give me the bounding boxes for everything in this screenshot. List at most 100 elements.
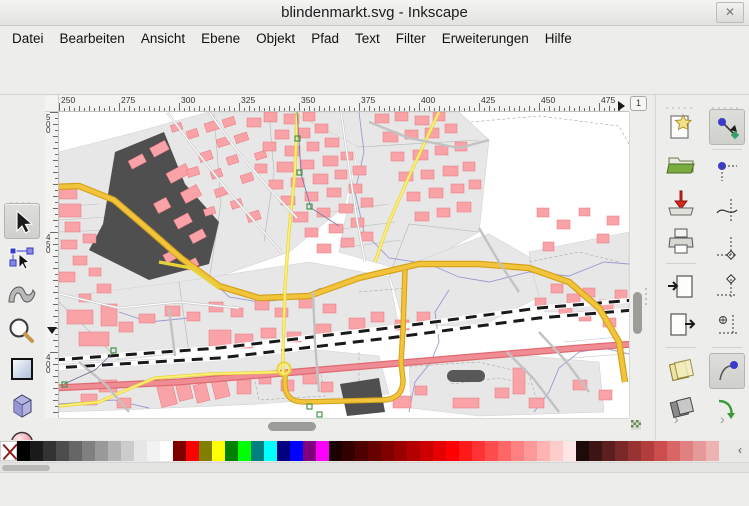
palette-swatch[interactable] — [95, 441, 108, 461]
palette-swatch[interactable] — [238, 441, 251, 461]
print-document-icon[interactable] — [663, 223, 699, 259]
horizontal-scrollbar-thumb[interactable] — [268, 422, 316, 431]
palette-swatch[interactable] — [602, 441, 615, 461]
export-icon[interactable] — [663, 307, 699, 343]
palette-swatch[interactable] — [667, 441, 680, 461]
palette-swatch-list[interactable] — [17, 441, 719, 461]
palette-scrollbar[interactable] — [0, 462, 749, 472]
palette-swatch[interactable] — [251, 441, 264, 461]
palette-swatch[interactable] — [446, 441, 459, 461]
canvas-vertical-scrollbar[interactable] — [629, 112, 643, 418]
palette-swatch[interactable] — [563, 441, 576, 461]
palette-swatch[interactable] — [693, 441, 706, 461]
palette-swatch[interactable] — [329, 441, 342, 461]
palette-swatch[interactable] — [511, 441, 524, 461]
palette-swatch[interactable] — [394, 441, 407, 461]
palette-swatch[interactable] — [186, 441, 199, 461]
open-document-icon[interactable] — [663, 147, 699, 183]
palette-swatch[interactable] — [212, 441, 225, 461]
palette-swatch[interactable] — [550, 441, 563, 461]
palette-swatch[interactable] — [706, 441, 719, 461]
palette-swatch[interactable] — [589, 441, 602, 461]
snap-bbox-edge-icon[interactable] — [709, 269, 745, 305]
palette-swatch[interactable] — [615, 441, 628, 461]
palette-swatch[interactable] — [576, 441, 589, 461]
palette-swatch[interactable] — [17, 441, 30, 461]
selector-tool[interactable] — [4, 203, 40, 239]
palette-swatch[interactable] — [537, 441, 550, 461]
no-color-swatch[interactable] — [0, 441, 17, 461]
palette-swatch[interactable] — [264, 441, 277, 461]
canvas-horizontal-scrollbar[interactable] — [59, 418, 629, 432]
palette-swatch[interactable] — [303, 441, 316, 461]
palette-swatch[interactable] — [121, 441, 134, 461]
palette-swatch[interactable] — [680, 441, 693, 461]
vertical-scrollbar-thumb[interactable] — [633, 292, 642, 334]
snap-enable-icon[interactable] — [709, 109, 745, 145]
toolbox-grip[interactable] — [10, 193, 36, 218]
menu-item-pfad[interactable]: Pfad — [303, 26, 347, 51]
dock-right-more-arrow-icon[interactable]: › — [720, 411, 725, 427]
palette-swatch[interactable] — [459, 441, 472, 461]
box3d-tool[interactable] — [4, 388, 40, 424]
save-document-icon[interactable] — [663, 185, 699, 221]
palette-swatch[interactable] — [433, 441, 446, 461]
import-icon[interactable] — [663, 269, 699, 305]
palette-swatch[interactable] — [654, 441, 667, 461]
palette-swatch[interactable] — [498, 441, 511, 461]
vertical-ruler[interactable]: 500 450 400 — [45, 112, 59, 418]
menu-item-hilfe[interactable]: Hilfe — [537, 26, 580, 51]
zoom-tool[interactable] — [4, 314, 40, 350]
palette-swatch[interactable] — [69, 441, 82, 461]
palette-swatch[interactable] — [134, 441, 147, 461]
menu-item-ebene[interactable]: Ebene — [193, 26, 248, 51]
palette-swatch[interactable] — [420, 441, 433, 461]
node-tool[interactable] — [4, 240, 40, 276]
palette-swatch[interactable] — [381, 441, 394, 461]
palette-swatch[interactable] — [199, 441, 212, 461]
palette-swatch[interactable] — [225, 441, 238, 461]
palette-swatch[interactable] — [641, 441, 654, 461]
palette-swatch[interactable] — [43, 441, 56, 461]
ruler-corner[interactable] — [45, 95, 59, 112]
palette-swatch[interactable] — [30, 441, 43, 461]
menu-item-text[interactable]: Text — [347, 26, 388, 51]
page-number-badge[interactable]: 1 — [630, 96, 647, 111]
snap-center-icon[interactable] — [709, 307, 745, 343]
palette-swatch[interactable] — [290, 441, 303, 461]
clone-icon[interactable] — [663, 391, 699, 427]
window-close-button[interactable]: ✕ — [716, 2, 744, 23]
palette-swatch[interactable] — [82, 441, 95, 461]
snap-bbox-corner-icon[interactable] — [709, 231, 745, 267]
menu-item-ansicht[interactable]: Ansicht — [133, 26, 193, 51]
palette-swatch[interactable] — [173, 441, 186, 461]
horizontal-ruler[interactable]: 250 275 300 325 350 375 400 425 450 475 — [59, 95, 629, 112]
palette-swatch[interactable] — [368, 441, 381, 461]
duplicate-icon[interactable] — [663, 353, 699, 389]
palette-swatch[interactable] — [147, 441, 160, 461]
snap-path-icon[interactable] — [709, 193, 745, 229]
palette-swatch[interactable] — [316, 441, 329, 461]
color-palette[interactable]: ‹ — [0, 440, 749, 462]
new-document-icon[interactable] — [663, 109, 699, 145]
palette-swatch[interactable] — [628, 441, 641, 461]
tweak-tool[interactable] — [4, 277, 40, 313]
snap-smooth-node-icon[interactable] — [709, 391, 745, 427]
dock-left-more-arrow-icon[interactable]: › — [674, 411, 679, 427]
menu-item-filter[interactable]: Filter — [388, 26, 434, 51]
drawing-canvas[interactable] — [59, 112, 629, 418]
menu-item-bearbeiten[interactable]: Bearbeiten — [52, 26, 133, 51]
palette-swatch[interactable] — [355, 441, 368, 461]
palette-overflow-arrow-icon[interactable]: ‹ — [733, 441, 747, 461]
snap-cusp-node-icon[interactable] — [709, 353, 745, 389]
snap-node-icon[interactable] — [709, 155, 745, 191]
palette-swatch[interactable] — [472, 441, 485, 461]
palette-swatch[interactable] — [485, 441, 498, 461]
palette-swatch[interactable] — [160, 441, 173, 461]
menu-item-datei[interactable]: Datei — [4, 26, 52, 51]
palette-swatch[interactable] — [277, 441, 290, 461]
palette-swatch[interactable] — [342, 441, 355, 461]
menu-item-objekt[interactable]: Objekt — [248, 26, 303, 51]
palette-scrollbar-thumb[interactable] — [2, 465, 50, 471]
palette-swatch[interactable] — [56, 441, 69, 461]
